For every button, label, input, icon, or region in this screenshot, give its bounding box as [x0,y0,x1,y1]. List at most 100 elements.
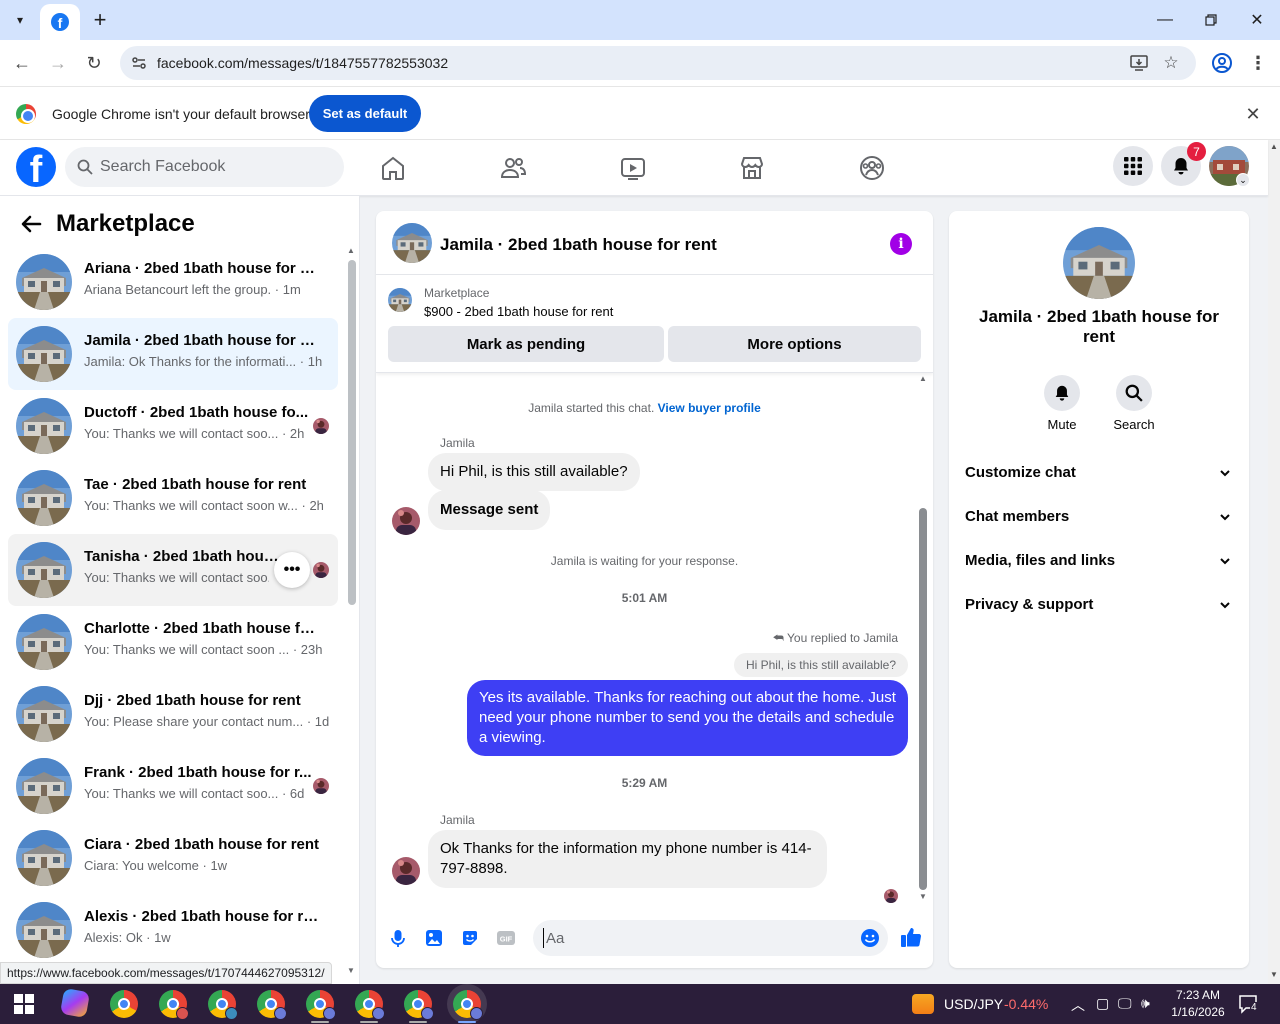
microphone-icon[interactable] [388,928,408,948]
back-arrow-icon[interactable] [20,213,42,235]
bookmark-star-icon[interactable]: ☆ [1160,53,1182,73]
emoji-icon[interactable] [860,928,880,948]
chrome-taskbar-icon[interactable] [110,990,138,1018]
message-input[interactable] [543,928,843,948]
new-tab-icon[interactable]: + [88,8,112,32]
network-icon[interactable]: 🖵 [1118,995,1132,1012]
section-title: Chat members [965,508,1070,525]
video-icon[interactable] [619,154,647,182]
account-chevron-icon[interactable]: ⌄ [1236,173,1250,187]
tray-overflow-icon[interactable]: ︿ [1071,995,1085,1015]
conversation-info-icon[interactable]: i [890,233,912,255]
minimize-icon[interactable]: — [1150,8,1180,32]
chat-options-more-icon[interactable]: ••• [274,552,310,588]
incoming-message[interactable]: Message sent [428,490,551,530]
copilot-icon[interactable] [59,987,91,1019]
chat-list-item[interactable]: Frank · 2bed 1bath house for r... You: T… [8,750,338,822]
chevron-down-icon [1220,602,1230,609]
chrome-profile-icon[interactable] [1210,51,1234,75]
infobar-message: Google Chrome isn't your default browser [52,106,310,122]
marketplace-icon[interactable] [738,154,766,182]
sticker-icon[interactable] [460,928,480,948]
url-text[interactable]: facebook.com/messages/t/1847557782553032 [157,55,448,71]
back-icon[interactable]: ← [10,51,34,75]
chrome-profile-taskbar-icon[interactable] [257,990,287,1020]
tab-search-dropdown-icon[interactable]: ▾ [6,7,34,33]
incoming-message[interactable]: Hi Phil, is this still available? [428,453,640,491]
ticker-symbol: USD/JPY [944,996,1004,1012]
site-info-icon[interactable] [130,54,148,72]
groups-icon[interactable] [858,154,886,182]
browser-tab-facebook[interactable]: f [40,4,80,40]
system-clock[interactable]: 7:23 AM 1/16/2026 [1162,987,1234,1021]
scrollbar-thumb[interactable] [919,508,927,890]
tablet-icon[interactable]: ▢ [1096,995,1109,1012]
marketplace-title: Marketplace [56,210,195,237]
conversation-profile-image[interactable] [1063,227,1135,299]
close-window-icon[interactable]: ✕ [1242,8,1272,32]
more-options-button[interactable]: More options [668,326,921,362]
restore-icon[interactable] [1196,8,1226,32]
volume-icon[interactable]: 🕪 [1141,995,1150,1012]
search-in-conversation-icon[interactable] [1116,375,1152,411]
gif-icon[interactable]: GIF [496,928,516,948]
infobar-close-icon[interactable]: ✕ [1242,104,1264,124]
set-as-default-button[interactable]: Set as default [309,95,421,132]
sender-avatar[interactable] [392,507,420,535]
home-icon[interactable] [379,154,407,182]
chat-list-item[interactable]: Alexis · 2bed 1bath house for rent Alexi… [8,894,338,966]
chat-list-item[interactable]: Ciara · 2bed 1bath house for rent Ciara:… [8,822,338,894]
thumbs-up-icon[interactable] [900,926,922,948]
incoming-message[interactable]: Ok Thanks for the information my phone n… [428,830,827,888]
privacy-support-section[interactable]: Privacy & support [957,583,1241,627]
scrollbar-thumb[interactable] [348,260,356,605]
notification-center-icon[interactable]: 4 [1238,994,1260,1014]
chat-list-item[interactable]: Tanisha · 2bed 1bath house f... You: Tha… [8,534,338,606]
chrome-menu-icon[interactable]: ⋮ [1248,51,1268,75]
chrome-profile-taskbar-icon[interactable] [306,990,336,1020]
listing-thumbnail[interactable] [388,288,412,312]
facebook-search-input[interactable]: Search Facebook [65,147,344,187]
reload-icon[interactable]: ↻ [82,51,106,75]
customize-chat-section[interactable]: Customize chat [957,451,1241,495]
chrome-profile-taskbar-icon[interactable] [404,990,434,1020]
chrome-profile-taskbar-icon[interactable] [159,990,189,1020]
listing-thumbnail [16,614,72,670]
chrome-profile-taskbar-icon-active[interactable] [453,990,483,1020]
chat-list-item[interactable]: Tae · 2bed 1bath house for rent You: Tha… [8,462,338,534]
mute-bell-icon[interactable] [1044,375,1080,411]
chat-list-item-selected[interactable]: Jamila · 2bed 1bath house for rent Jamil… [8,318,338,390]
mute-action[interactable]: Mute [1032,375,1092,432]
conversation-title[interactable]: Jamila · 2bed 1bath house for rent [440,235,717,255]
page-scrollbar[interactable]: ▲ ▼ [1268,140,1280,984]
sender-avatar[interactable] [392,857,420,885]
listing-price-title[interactable]: $900 - 2bed 1bath house for rent [424,304,613,319]
chat-list-item[interactable]: Charlotte · 2bed 1bath house for... You:… [8,606,338,678]
windows-start-icon[interactable] [14,994,34,1014]
chrome-profile-taskbar-icon[interactable] [355,990,385,1020]
friends-icon[interactable] [499,154,527,182]
chrome-profile-taskbar-icon[interactable] [208,990,238,1020]
address-bar[interactable]: facebook.com/messages/t/1847557782553032… [120,46,1196,80]
forward-icon[interactable]: → [46,51,70,75]
outgoing-message[interactable]: Yes its available. Thanks for reaching o… [467,680,908,756]
chat-list-item[interactable]: Ariana · 2bed 1bath house for rent Arian… [8,246,338,318]
facebook-logo-icon[interactable]: f [16,147,56,187]
view-buyer-profile-link[interactable]: View buyer profile [658,401,761,415]
install-app-icon[interactable] [1128,53,1150,73]
photo-icon[interactable] [424,928,444,948]
chat-list-item[interactable]: Ductoff · 2bed 1bath house fo... You: Th… [8,390,338,462]
chat-list-item[interactable]: Djj · 2bed 1bath house for rent You: Ple… [8,678,338,750]
media-files-links-section[interactable]: Media, files and links [957,539,1241,583]
chat-list-scrollbar[interactable]: ▲ ▼ [346,246,356,978]
menu-grid-icon[interactable] [1113,146,1153,186]
thread-scrollbar[interactable]: ▲ ▼ [917,374,929,902]
mark-as-pending-button[interactable]: Mark as pending [388,326,664,362]
conversation-name: Jamila · 2bed 1bath house for rent [979,307,1219,346]
listing-thumbnail [16,254,72,310]
conversation-avatar[interactable] [392,223,432,263]
marketplace-label: Marketplace [424,286,490,300]
chat-members-section[interactable]: Chat members [957,495,1241,539]
search-action[interactable]: Search [1104,375,1164,432]
marketplace-listing-bar: Marketplace $900 - 2bed 1bath house for … [376,275,933,373]
